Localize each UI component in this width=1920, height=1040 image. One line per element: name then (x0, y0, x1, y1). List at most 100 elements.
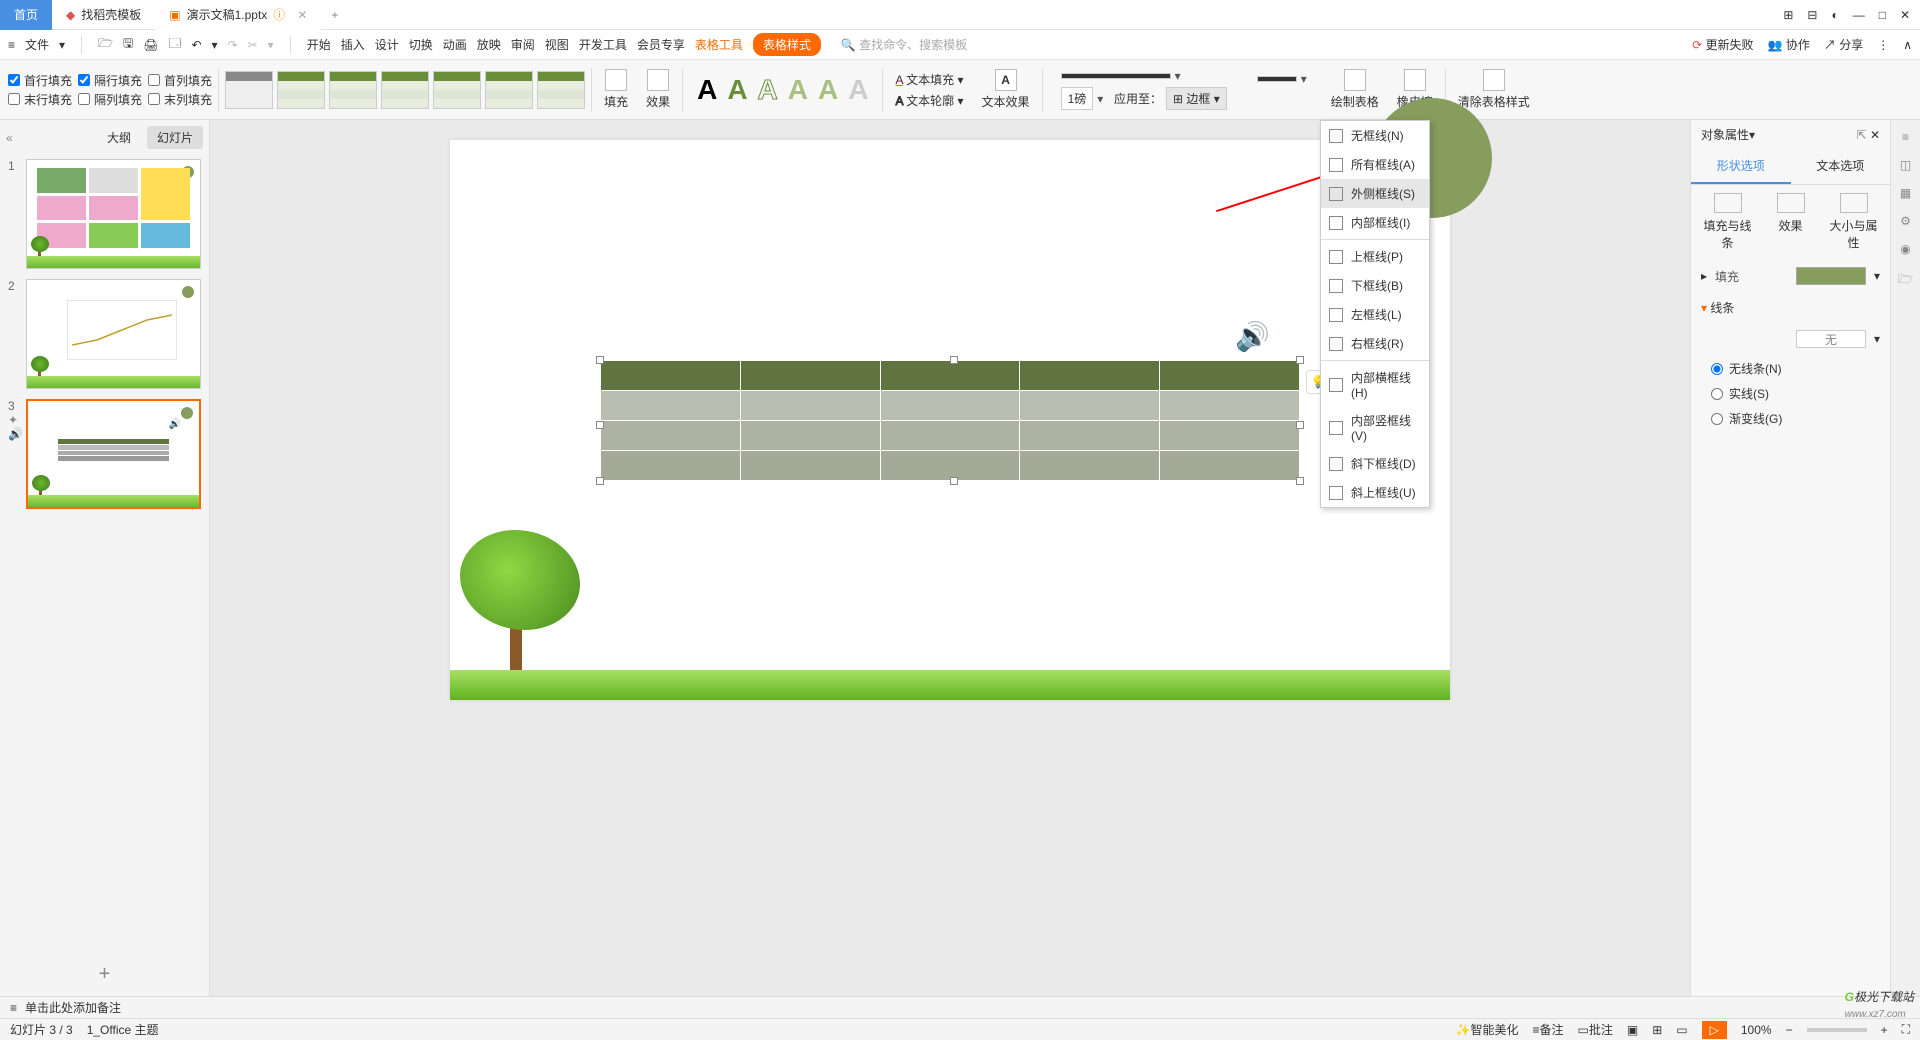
tab-design[interactable]: 设计 (375, 36, 399, 53)
zoom-level[interactable]: 100% (1741, 1023, 1772, 1037)
save-icon[interactable]: 🖫 (123, 34, 133, 55)
more-icon[interactable]: ⋮ (1877, 38, 1889, 52)
slide-thumb-2[interactable] (26, 279, 201, 389)
chk-last-row[interactable]: 末行填充 (8, 91, 72, 108)
border-option-0[interactable]: 无框线(N) (1321, 121, 1429, 150)
redo-icon[interactable]: ↷ (228, 38, 238, 52)
menu-icon[interactable]: ≡ (8, 38, 15, 52)
border-option-6[interactable]: 左框线(L) (1321, 300, 1429, 329)
border-option-11[interactable]: 斜上框线(U) (1321, 478, 1429, 507)
search-input[interactable]: 🔍 查找命令、搜索模板 (841, 36, 967, 53)
text-outline-button[interactable]: A 文本轮廓 ▾ (895, 92, 963, 109)
grid-icon[interactable]: ⊟ (1807, 8, 1817, 22)
view-slideshow[interactable]: ▷ (1702, 1021, 1727, 1039)
zoom-in[interactable]: + (1881, 1023, 1888, 1037)
file-menu[interactable]: 文件 (25, 36, 49, 53)
line-none[interactable]: 无 (1796, 330, 1866, 348)
radio-no-line[interactable]: 无线条(N) (1691, 356, 1890, 381)
zoom-out[interactable]: − (1786, 1023, 1793, 1037)
radio-gradient[interactable]: 渐变线(G) (1691, 406, 1890, 431)
tool-2[interactable]: ◫ (1900, 158, 1911, 172)
chk-band-col[interactable]: 隔列填充 (78, 91, 142, 108)
clear-style-button[interactable]: 清除表格样式 (1452, 69, 1536, 110)
chk-first-row[interactable]: 首行填充 (8, 72, 72, 89)
border-button[interactable]: ⊞ 边框 ▾ (1166, 87, 1227, 110)
text-options-tab[interactable]: 文本选项 (1791, 149, 1891, 184)
tab-developer[interactable]: 开发工具 (579, 36, 627, 53)
border-option-3[interactable]: 内部框线(I) (1321, 208, 1429, 237)
avatar-icon[interactable]: ◐ (1831, 8, 1838, 22)
border-weight[interactable]: 1磅 (1061, 87, 1094, 110)
slides-tab[interactable]: 幻灯片 (147, 126, 203, 149)
tool-5[interactable]: ◉ (1900, 242, 1910, 256)
draw-table-button[interactable]: 绘制表格 (1325, 69, 1385, 110)
chevron-icon[interactable]: ∧ (1903, 38, 1912, 52)
tool-4[interactable]: ⚙ (1900, 214, 1911, 228)
tool-1[interactable]: ≡ (1902, 130, 1909, 144)
border-option-4[interactable]: 上框线(P) (1321, 242, 1429, 271)
preview-icon[interactable]: 🗔 (168, 34, 181, 55)
border-option-2[interactable]: 外侧框线(S) (1321, 179, 1429, 208)
tab-start[interactable]: 开始 (307, 36, 331, 53)
tab-document[interactable]: ▣演示文稿1.pptxⓘ✕ (155, 0, 321, 30)
tab-view[interactable]: 视图 (545, 36, 569, 53)
selected-table[interactable] (600, 360, 1300, 481)
view-sorter[interactable]: ⊞ (1652, 1023, 1662, 1037)
chk-band-row[interactable]: 隔行填充 (78, 72, 142, 89)
chk-first-col[interactable]: 首列填充 (148, 72, 212, 89)
text-styles[interactable]: AAA AAA (689, 74, 876, 106)
tab-slideshow[interactable]: 放映 (477, 36, 501, 53)
collapse-icon[interactable]: « (6, 131, 13, 145)
line-section[interactable]: ▾ 线条 (1691, 293, 1890, 322)
smart-beautify[interactable]: ✨智能美化 (1456, 1021, 1519, 1038)
radio-solid[interactable]: 实线(S) (1691, 381, 1890, 406)
coop-button[interactable]: 👥 协作 (1768, 36, 1810, 53)
tab-transition[interactable]: 切换 (409, 36, 433, 53)
comments-toggle[interactable]: ▭批注 (1578, 1021, 1613, 1038)
text-fill-button[interactable]: A 文本填充 ▾ (895, 71, 963, 88)
tab-template[interactable]: ◆找稻壳模板 (52, 0, 155, 30)
add-slide-button[interactable]: + (0, 953, 209, 996)
tab-animation[interactable]: 动画 (443, 36, 467, 53)
fill-color[interactable] (1796, 267, 1866, 285)
tab-table-style[interactable]: 表格样式 (753, 33, 821, 56)
outline-tab[interactable]: 大纲 (97, 126, 141, 149)
open-icon[interactable]: 🗁 (98, 34, 113, 55)
cut-icon[interactable]: ✂ (248, 38, 258, 52)
border-option-10[interactable]: 斜下框线(D) (1321, 449, 1429, 478)
fill-button[interactable]: 填充 (598, 69, 634, 110)
notes-bar[interactable]: ≡单击此处添加备注 (0, 996, 1920, 1018)
close-button[interactable]: ✕ (1900, 8, 1910, 22)
tab-home[interactable]: 首页 (0, 0, 52, 30)
audio-icon[interactable]: 🔊 (1235, 320, 1270, 353)
tab-member[interactable]: 会员专享 (637, 36, 685, 53)
tab-table-tools[interactable]: 表格工具 (695, 36, 743, 53)
fit-icon[interactable]: ⛶ (1902, 1022, 1910, 1037)
tool-3[interactable]: ▦ (1900, 186, 1911, 200)
pin-icon[interactable]: ⇱ (1857, 128, 1867, 142)
border-option-5[interactable]: 下框线(B) (1321, 271, 1429, 300)
layout-icon[interactable]: ⊞ (1783, 8, 1793, 22)
border-option-7[interactable]: 右框线(R) (1321, 329, 1429, 358)
slide-thumb-1[interactable] (26, 159, 201, 269)
chk-last-col[interactable]: 末列填充 (148, 91, 212, 108)
print-icon[interactable]: 🖨 (143, 38, 158, 52)
size-tab[interactable]: 大小与属性 (1825, 193, 1882, 251)
text-effect-button[interactable]: A文本效果 (976, 69, 1036, 110)
view-normal[interactable]: ▣ (1627, 1023, 1638, 1037)
effects-tab[interactable]: 效果 (1762, 193, 1819, 251)
slide[interactable]: 🔊 💡 (450, 140, 1450, 700)
close-panel-icon[interactable]: ✕ (1870, 128, 1880, 142)
shape-options-tab[interactable]: 形状选项 (1691, 149, 1791, 184)
tool-6[interactable]: 🗁 (1898, 270, 1913, 291)
table-styles-gallery[interactable] (225, 71, 585, 109)
tab-review[interactable]: 审阅 (511, 36, 535, 53)
tab-insert[interactable]: 插入 (341, 36, 365, 53)
share-button[interactable]: ↗ 分享 (1824, 36, 1863, 53)
undo-icon[interactable]: ↶ (191, 38, 201, 52)
update-fail[interactable]: ⟳ 更新失败 (1692, 36, 1753, 53)
border-option-9[interactable]: 内部竖框线(V) (1321, 406, 1429, 449)
fill-section[interactable]: 填充 (1715, 268, 1739, 285)
slide-thumb-3[interactable]: 🔊 (26, 399, 201, 509)
maximize-button[interactable]: □ (1879, 8, 1886, 22)
